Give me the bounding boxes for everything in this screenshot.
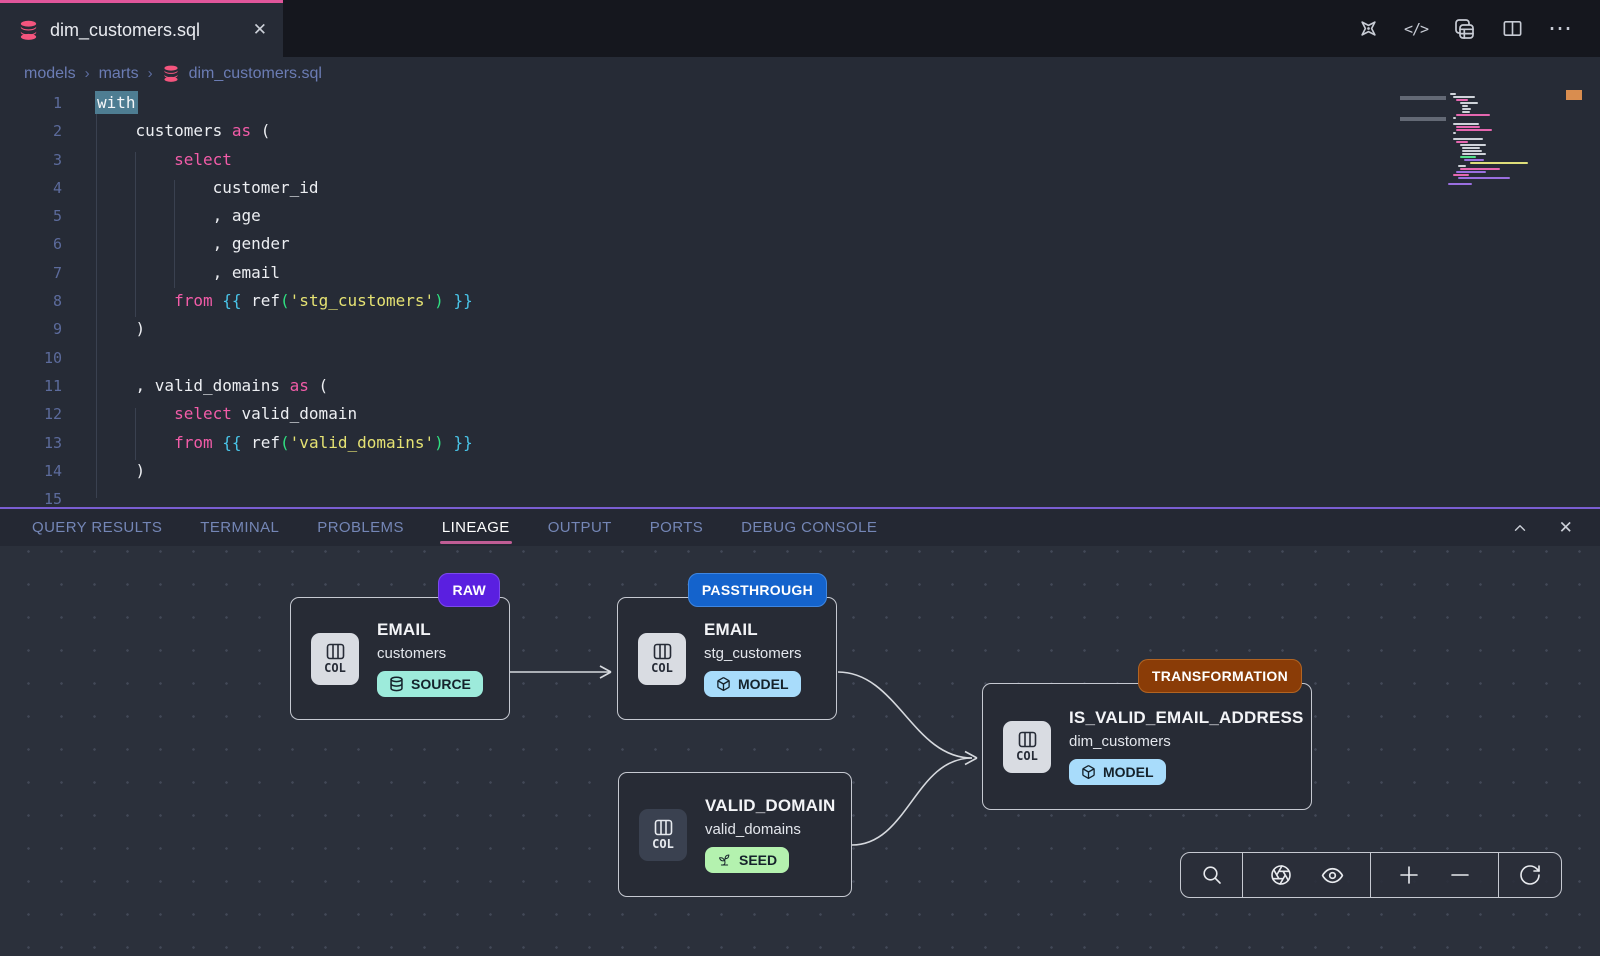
node-info: EMAIL customers SOURCE (377, 620, 483, 697)
model-name: stg_customers (704, 645, 802, 662)
overview-ruler-marker (1566, 90, 1582, 100)
breadcrumb-models[interactable]: models (24, 65, 76, 83)
code-editor[interactable]: 123456789101112131415 with customers as … (0, 90, 1600, 507)
col-label: COL (652, 837, 674, 851)
column-name: EMAIL (704, 620, 802, 640)
titlebar-actions: </> ⋯ (1356, 0, 1600, 57)
code-lines: with customers as ( select customer_id ,… (97, 90, 473, 507)
tab-terminal[interactable]: TERMINAL (200, 509, 279, 546)
tab-title: dim_customers.sql (50, 20, 200, 41)
passthrough-badge: PASSTHROUGH (688, 573, 827, 607)
minimap-mark (1400, 96, 1446, 100)
lineage-node-customers[interactable]: RAW COL EMAIL customers SOURCE (290, 597, 510, 720)
database-icon (18, 19, 39, 41)
tab-problems[interactable]: PROBLEMS (317, 509, 404, 546)
breadcrumb-file[interactable]: dim_customers.sql (189, 65, 322, 83)
four-point-star-icon[interactable] (1356, 17, 1380, 41)
tab-output[interactable]: OUTPUT (548, 509, 612, 546)
lineage-node-valid-domains[interactable]: COL VALID_DOMAIN valid_domains SEED (618, 772, 852, 897)
seed-badge: SEED (705, 847, 789, 873)
refresh-icon[interactable] (1517, 862, 1543, 888)
lineage-node-stg-customers[interactable]: PASSTHROUGH COL EMAIL stg_customers MODE… (617, 597, 837, 720)
model-badge: MODEL (704, 671, 801, 697)
lineage-toolbar (1180, 852, 1562, 898)
minimap[interactable] (1448, 93, 1562, 185)
breadcrumb: models › marts › dim_customers.sql (0, 57, 1600, 90)
column-name: IS_VALID_EMAIL_ADDRESS (1069, 708, 1304, 728)
col-label: COL (1016, 749, 1038, 763)
column-chip: COL (638, 633, 686, 685)
model-name: dim_customers (1069, 733, 1304, 750)
ide-window: dim_customers.sql ✕ </> (0, 0, 1600, 956)
database-icon (162, 64, 180, 83)
editor-tab-bar: dim_customers.sql ✕ </> (0, 0, 1600, 57)
column-name: VALID_DOMAIN (705, 796, 836, 816)
zoom-out-icon[interactable] (1447, 862, 1473, 888)
panel-close-icon[interactable]: ✕ (1556, 518, 1576, 538)
column-chip: COL (639, 809, 687, 861)
eye-icon[interactable] (1319, 862, 1345, 888)
source-badge: SOURCE (377, 671, 483, 697)
node-info: VALID_DOMAIN valid_domains SEED (705, 796, 836, 873)
column-chip: COL (1003, 721, 1051, 773)
search-icon[interactable] (1199, 862, 1225, 888)
lineage-canvas[interactable]: RAW COL EMAIL customers SOURCE PASSTHROU… (0, 546, 1600, 956)
line-number-gutter: 123456789101112131415 (0, 90, 62, 507)
tab-dim-customers-sql[interactable]: dim_customers.sql ✕ (0, 0, 283, 57)
model-badge: MODEL (1069, 759, 1166, 785)
more-actions-icon[interactable]: ⋯ (1548, 17, 1572, 41)
code-preview-icon[interactable]: </> (1404, 17, 1428, 41)
panel-tab-bar: QUERY RESULTS TERMINAL PROBLEMS LINEAGE … (0, 509, 1600, 546)
panel-actions: ✕ (1510, 518, 1600, 538)
breadcrumb-marts[interactable]: marts (99, 65, 139, 83)
col-label: COL (324, 661, 346, 675)
tab-close-icon[interactable]: ✕ (253, 20, 267, 40)
node-info: EMAIL stg_customers MODEL (704, 620, 802, 697)
aperture-icon[interactable] (1268, 862, 1294, 888)
chevron-up-icon[interactable] (1510, 518, 1530, 538)
zoom-in-icon[interactable] (1396, 862, 1422, 888)
split-editor-icon[interactable] (1500, 17, 1524, 41)
tab-ports[interactable]: PORTS (650, 509, 703, 546)
transformation-badge: TRANSFORMATION (1138, 659, 1302, 693)
node-info: IS_VALID_EMAIL_ADDRESS dim_customers MOD… (1069, 708, 1304, 785)
tab-query-results[interactable]: QUERY RESULTS (32, 509, 162, 546)
tab-debug-console[interactable]: DEBUG CONSOLE (741, 509, 877, 546)
column-chip: COL (311, 633, 359, 685)
lineage-node-dim-customers[interactable]: TRANSFORMATION COL IS_VALID_EMAIL_ADDRES… (982, 683, 1312, 810)
query-results-icon[interactable] (1452, 17, 1476, 41)
breadcrumb-separator: › (85, 65, 90, 82)
raw-badge: RAW (438, 573, 500, 607)
minimap-mark (1400, 117, 1446, 121)
col-label: COL (651, 661, 673, 675)
model-name: valid_domains (705, 821, 836, 838)
tab-lineage[interactable]: LINEAGE (442, 509, 510, 546)
column-name: EMAIL (377, 620, 483, 640)
breadcrumb-separator: › (148, 65, 153, 82)
model-name: customers (377, 645, 483, 662)
